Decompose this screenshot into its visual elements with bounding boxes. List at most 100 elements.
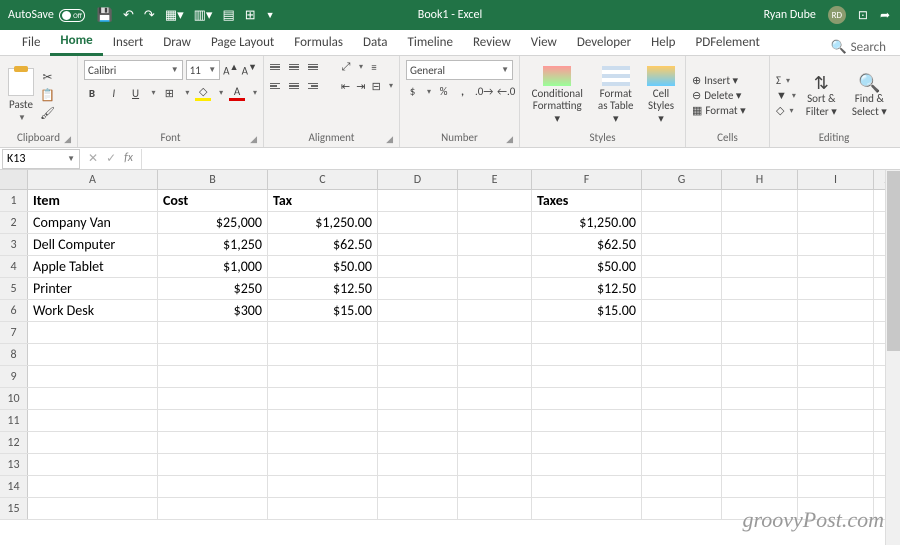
- select-all-corner[interactable]: [0, 170, 28, 189]
- cell-styles-button[interactable]: Cell Styles ▾: [643, 64, 679, 128]
- cell[interactable]: [158, 432, 268, 453]
- cell[interactable]: [458, 366, 532, 387]
- cell[interactable]: [798, 300, 874, 321]
- cell[interactable]: [722, 300, 798, 321]
- row-header[interactable]: 6: [0, 300, 28, 321]
- undo-icon[interactable]: ↶: [123, 8, 134, 23]
- cell[interactable]: [722, 322, 798, 343]
- tab-home[interactable]: Home: [50, 28, 102, 56]
- tab-review[interactable]: Review: [463, 30, 521, 55]
- cell[interactable]: [458, 476, 532, 497]
- qat-icon[interactable]: ▥▾: [194, 8, 213, 23]
- font-name-combo[interactable]: Calibri▼: [84, 60, 183, 80]
- cell[interactable]: $50.00: [532, 256, 642, 277]
- find-select-button[interactable]: 🔍Find & Select ▾: [847, 71, 892, 121]
- cell[interactable]: [642, 190, 722, 211]
- tab-developer[interactable]: Developer: [567, 30, 641, 55]
- cell[interactable]: [158, 454, 268, 475]
- cell[interactable]: $1,250.00: [532, 212, 642, 233]
- increase-font-icon[interactable]: A▲: [223, 62, 238, 78]
- tab-data[interactable]: Data: [353, 30, 398, 55]
- cell[interactable]: [378, 454, 458, 475]
- cell[interactable]: [532, 366, 642, 387]
- cell[interactable]: [798, 454, 874, 475]
- name-box[interactable]: K13▼: [2, 149, 80, 169]
- cell[interactable]: [642, 300, 722, 321]
- cell[interactable]: [532, 432, 642, 453]
- tab-file[interactable]: File: [12, 30, 50, 55]
- cell[interactable]: [378, 300, 458, 321]
- cell[interactable]: [378, 212, 458, 233]
- cell[interactable]: [458, 212, 532, 233]
- cell[interactable]: $1,250.00: [268, 212, 378, 233]
- formula-bar[interactable]: [141, 149, 900, 169]
- cell[interactable]: [378, 476, 458, 497]
- cell[interactable]: [532, 322, 642, 343]
- cell[interactable]: [28, 322, 158, 343]
- decrease-decimal-icon[interactable]: ←.0: [497, 85, 513, 98]
- cell[interactable]: [458, 344, 532, 365]
- cell[interactable]: [722, 454, 798, 475]
- cell[interactable]: Apple Tablet: [28, 256, 158, 277]
- cell[interactable]: [28, 432, 158, 453]
- insert-cells-button[interactable]: ⊕Insert ▾: [692, 74, 746, 87]
- cell[interactable]: [158, 322, 268, 343]
- cell[interactable]: [268, 388, 378, 409]
- cell[interactable]: [722, 212, 798, 233]
- cell[interactable]: [642, 454, 722, 475]
- cell[interactable]: [642, 410, 722, 431]
- cell[interactable]: [722, 432, 798, 453]
- cell[interactable]: [28, 344, 158, 365]
- cell[interactable]: [28, 498, 158, 519]
- row-header[interactable]: 10: [0, 388, 28, 409]
- tab-help[interactable]: Help: [641, 30, 685, 55]
- font-color-icon[interactable]: A: [229, 85, 245, 101]
- number-format-combo[interactable]: General▼: [406, 60, 513, 80]
- cell[interactable]: [458, 388, 532, 409]
- copy-icon[interactable]: 📋: [40, 88, 55, 103]
- cell[interactable]: Dell Computer: [28, 234, 158, 255]
- cell[interactable]: [722, 234, 798, 255]
- cell[interactable]: [458, 300, 532, 321]
- format-cells-button[interactable]: ▦Format ▾: [692, 104, 746, 117]
- search-box[interactable]: 🔍Search: [830, 40, 886, 55]
- clear-button[interactable]: ◇▾: [776, 104, 796, 117]
- cell[interactable]: [158, 410, 268, 431]
- row-header[interactable]: 8: [0, 344, 28, 365]
- row-header[interactable]: 11: [0, 410, 28, 431]
- cell[interactable]: [458, 234, 532, 255]
- column-header[interactable]: E: [458, 170, 532, 189]
- cell[interactable]: [642, 366, 722, 387]
- cell[interactable]: $250: [158, 278, 268, 299]
- wrap-text-icon[interactable]: ≡: [366, 61, 382, 74]
- cell[interactable]: Company Van: [28, 212, 158, 233]
- cell[interactable]: [532, 476, 642, 497]
- cell[interactable]: [798, 366, 874, 387]
- column-header[interactable]: F: [532, 170, 642, 189]
- sort-filter-button[interactable]: ⇅Sort & Filter ▾: [800, 71, 843, 121]
- cell[interactable]: [532, 454, 642, 475]
- cell[interactable]: [798, 410, 874, 431]
- cell[interactable]: [378, 410, 458, 431]
- cell[interactable]: [378, 388, 458, 409]
- cell[interactable]: [642, 212, 722, 233]
- autosave-toggle[interactable]: AutoSave Off: [8, 8, 85, 22]
- column-header[interactable]: I: [798, 170, 874, 189]
- cell[interactable]: [268, 366, 378, 387]
- cell[interactable]: Tax: [268, 190, 378, 211]
- cell[interactable]: [642, 344, 722, 365]
- save-icon[interactable]: 💾: [97, 8, 113, 23]
- row-header[interactable]: 4: [0, 256, 28, 277]
- delete-cells-button[interactable]: ⊖Delete ▾: [692, 89, 746, 102]
- cell[interactable]: [378, 322, 458, 343]
- cell[interactable]: [722, 388, 798, 409]
- cell[interactable]: [458, 322, 532, 343]
- cell[interactable]: [378, 256, 458, 277]
- share-icon[interactable]: ➦: [880, 8, 890, 23]
- cell[interactable]: [268, 498, 378, 519]
- tab-pdfelement[interactable]: PDFelement: [686, 30, 770, 55]
- cell[interactable]: [532, 344, 642, 365]
- cell[interactable]: [158, 388, 268, 409]
- cell[interactable]: [158, 498, 268, 519]
- cell[interactable]: [798, 234, 874, 255]
